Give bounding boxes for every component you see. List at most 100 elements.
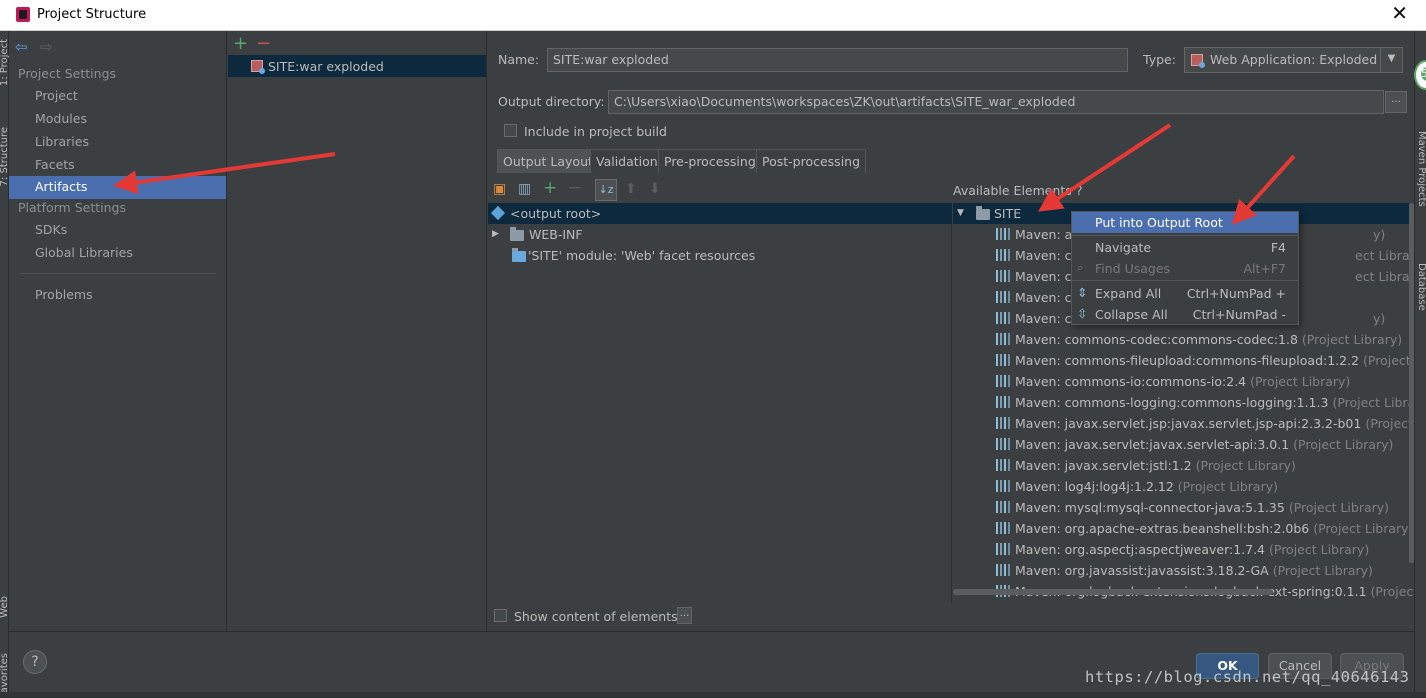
move-down-icon[interactable]: ⬇	[649, 181, 661, 197]
library-icon	[996, 522, 1010, 534]
tree-row-maven-library[interactable]: Maven: log4j:log4j:1.2.12 (Project Libra…	[953, 476, 1414, 497]
artifact-row[interactable]: SITE:war exploded	[228, 55, 486, 77]
tool-window-maven[interactable]: Maven Projects	[1416, 131, 1426, 207]
search-icon: ⌕	[1077, 261, 1084, 274]
chevron-down-icon[interactable]: ▼	[1380, 48, 1402, 72]
tree-row-maven-library[interactable]: Maven: commons-codec:commons-codec:1.8 (…	[953, 329, 1414, 350]
include-in-build-checkbox[interactable]	[504, 124, 517, 137]
library-name: log4j:log4j:1.2.12	[1064, 479, 1174, 494]
nav-item-problems[interactable]: Problems	[35, 287, 93, 302]
tree-row-facet-resources[interactable]: 'SITE' module: 'Web' facet resources	[488, 245, 952, 266]
expand-arrow-icon[interactable]: ▶	[492, 229, 499, 239]
menu-item-find-usages[interactable]: ⌕ Find Usages Alt+F7	[1072, 258, 1298, 279]
close-icon[interactable]: ✕	[1391, 3, 1408, 23]
type-select[interactable]: Web Application: Exploded ▼	[1184, 47, 1403, 73]
remove-artifact-icon[interactable]: −	[256, 33, 271, 54]
nav-item-artifacts[interactable]: Artifacts	[9, 176, 226, 199]
tree-row-maven-library[interactable]: Maven: commons-io:commons-io:2.4 (Projec…	[953, 371, 1414, 392]
tab-validation[interactable]: Validation	[590, 149, 664, 173]
library-icon	[996, 564, 1010, 576]
library-name: commons-fileupload:commons-fileupload:1.…	[1064, 353, 1360, 368]
web-app-icon	[1191, 54, 1205, 68]
nav-item-libraries[interactable]: Libraries	[35, 134, 89, 149]
tree-row-maven-library[interactable]: Maven: mysql:mysql-connector-java:5.1.35…	[953, 497, 1414, 518]
settings-nav: ⇦ ⇨ Project Settings Project Modules Lib…	[9, 31, 227, 631]
forward-arrow-icon[interactable]: ⇨	[40, 38, 53, 56]
browse-button[interactable]: ...	[1385, 91, 1407, 113]
show-content-options-button[interactable]: ...	[677, 607, 692, 624]
nav-item-facets[interactable]: Facets	[35, 157, 75, 172]
add-element-icon[interactable]: +	[543, 178, 557, 198]
intellij-icon	[16, 7, 30, 22]
expand-all-icon: ⇕	[1077, 285, 1088, 300]
tree-row-maven-library[interactable]: Maven: javax.servlet:javax.servlet-api:3…	[953, 434, 1414, 455]
collapse-arrow-icon[interactable]: ▼	[957, 208, 964, 218]
tree-row-maven-library[interactable]: Maven: org.aspectj:aspectjweaver:1.7.4 (…	[953, 539, 1414, 560]
folder-icon	[510, 227, 524, 241]
back-arrow-icon[interactable]: ⇦	[15, 38, 28, 56]
library-icon	[996, 396, 1010, 408]
horizontal-scrollbar[interactable]	[953, 589, 1414, 597]
right-tool-strip: Maven Projects Database	[1414, 31, 1426, 698]
nav-item-sdks[interactable]: SDKs	[35, 222, 67, 237]
create-archive-icon[interactable]: ▥	[518, 181, 531, 197]
library-icon	[996, 375, 1010, 387]
menu-item-collapse-all[interactable]: ⇳ Collapse All Ctrl+NumPad -	[1072, 304, 1298, 325]
maven-prefix: Maven:	[1015, 269, 1065, 284]
layout-toolbar: ▣ ▥ + − ↓z ⬆ ⬇ Available Elements ?	[488, 176, 1414, 202]
menu-item-expand-all[interactable]: ⇕ Expand All Ctrl+NumPad +	[1072, 283, 1298, 304]
section-platform-settings: Platform Settings	[18, 200, 126, 215]
maven-prefix: Maven:	[1015, 374, 1065, 389]
war-artifact-icon	[251, 60, 265, 74]
section-project-settings: Project Settings	[18, 66, 117, 81]
maven-prefix: Maven:	[1015, 290, 1065, 305]
library-icon	[996, 480, 1010, 492]
nav-item-global-libraries[interactable]: Global Libraries	[35, 245, 133, 260]
vertical-scrollbar[interactable]	[1409, 203, 1414, 573]
nav-divider	[21, 273, 216, 274]
tree-row-maven-library[interactable]: Maven: org.javassist:javassist:3.18.2-GA…	[953, 560, 1414, 581]
library-icon	[996, 249, 1010, 261]
tab-pre-processing[interactable]: Pre-processing	[658, 149, 762, 173]
library-scope: (Project Library)	[1301, 332, 1403, 347]
name-field[interactable]: SITE:war exploded	[547, 48, 1128, 72]
maven-prefix: Maven:	[1015, 353, 1065, 368]
output-directory-field[interactable]: C:\Users\xiao\Documents\workspaces\ZK\ou…	[608, 90, 1384, 114]
tree-row-maven-library[interactable]: Maven: commons-fileupload:commons-fileup…	[953, 350, 1414, 371]
output-directory-label: Output directory:	[498, 94, 605, 109]
library-scope: (Project Library)	[1250, 374, 1351, 389]
move-up-icon[interactable]: ⬆	[625, 181, 637, 197]
library-icon	[996, 333, 1010, 345]
horizontal-scrollbar-thumb[interactable]	[953, 589, 1273, 595]
nav-item-project[interactable]: Project	[35, 88, 78, 103]
sort-elements-icon[interactable]: ↓z	[595, 179, 617, 201]
tree-row-output-root[interactable]: <output root>	[488, 203, 952, 224]
maven-prefix: Maven:	[1015, 227, 1065, 242]
library-name: commons-logging:commons-logging:1.1.3	[1064, 395, 1329, 410]
library-scope: y)	[1373, 311, 1386, 326]
vertical-scrollbar-thumb[interactable]	[1409, 203, 1414, 563]
menu-item-navigate[interactable]: Navigate F4	[1072, 237, 1298, 258]
tree-row-maven-library[interactable]: Maven: org.apache-extras.beanshell:bsh:2…	[953, 518, 1414, 539]
tree-row-web-inf[interactable]: ▶ WEB-INF	[488, 224, 952, 245]
help-button[interactable]: ?	[23, 650, 47, 674]
tool-window-database[interactable]: Database	[1416, 263, 1426, 311]
show-content-label: Show content of elements	[514, 609, 678, 624]
dialog-button-bar: ? OK Cancel Apply	[9, 631, 1414, 698]
remove-element-icon[interactable]: −	[567, 178, 581, 198]
tab-output-layout[interactable]: Output Layout	[497, 149, 599, 173]
show-content-checkbox[interactable]	[494, 609, 507, 622]
tree-row-maven-library[interactable]: Maven: commons-logging:commons-logging:1…	[953, 392, 1414, 413]
tree-row-maven-library[interactable]: Maven: javax.servlet.jsp:javax.servlet.j…	[953, 413, 1414, 434]
library-scope: ect Library)	[1355, 269, 1414, 284]
maven-prefix: Maven:	[1015, 416, 1065, 431]
create-directory-icon[interactable]: ▣	[493, 181, 506, 197]
library-icon	[996, 459, 1010, 471]
menu-item-put-into-output-root[interactable]: Put into Output Root	[1072, 212, 1298, 233]
library-icon	[996, 501, 1010, 513]
library-icon	[996, 543, 1010, 555]
tab-post-processing[interactable]: Post-processing	[756, 149, 867, 173]
tree-row-maven-library[interactable]: Maven: javax.servlet:jstl:1.2 (Project L…	[953, 455, 1414, 476]
add-artifact-icon[interactable]: +	[233, 33, 248, 54]
nav-item-modules[interactable]: Modules	[35, 111, 87, 126]
